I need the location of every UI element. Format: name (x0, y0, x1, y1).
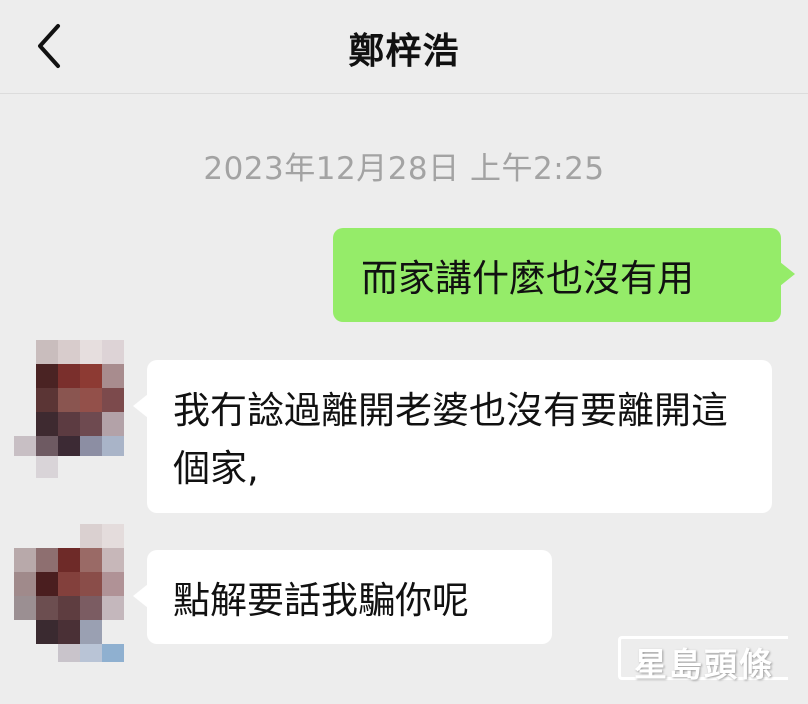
incoming-message-bubble[interactable]: 點解要話我騙你呢 (133, 550, 552, 644)
outgoing-message-bubble[interactable]: 而家講什麼也沒有用 (333, 228, 795, 322)
message-timestamp: 2023年12月28日 上午2:25 (203, 151, 605, 187)
watermark-logo: 星島頭條 (618, 632, 798, 686)
watermark-text: 星島頭條 (634, 645, 774, 684)
contact-avatar[interactable] (12, 524, 124, 664)
chat-header: 鄭梓浩 (0, 0, 808, 94)
incoming-message-bubble[interactable]: 我冇諗過離開老婆也沒有要離開這個家, (133, 360, 772, 513)
chat-title: 鄭梓浩 (348, 31, 460, 72)
contact-avatar[interactable] (12, 340, 124, 480)
